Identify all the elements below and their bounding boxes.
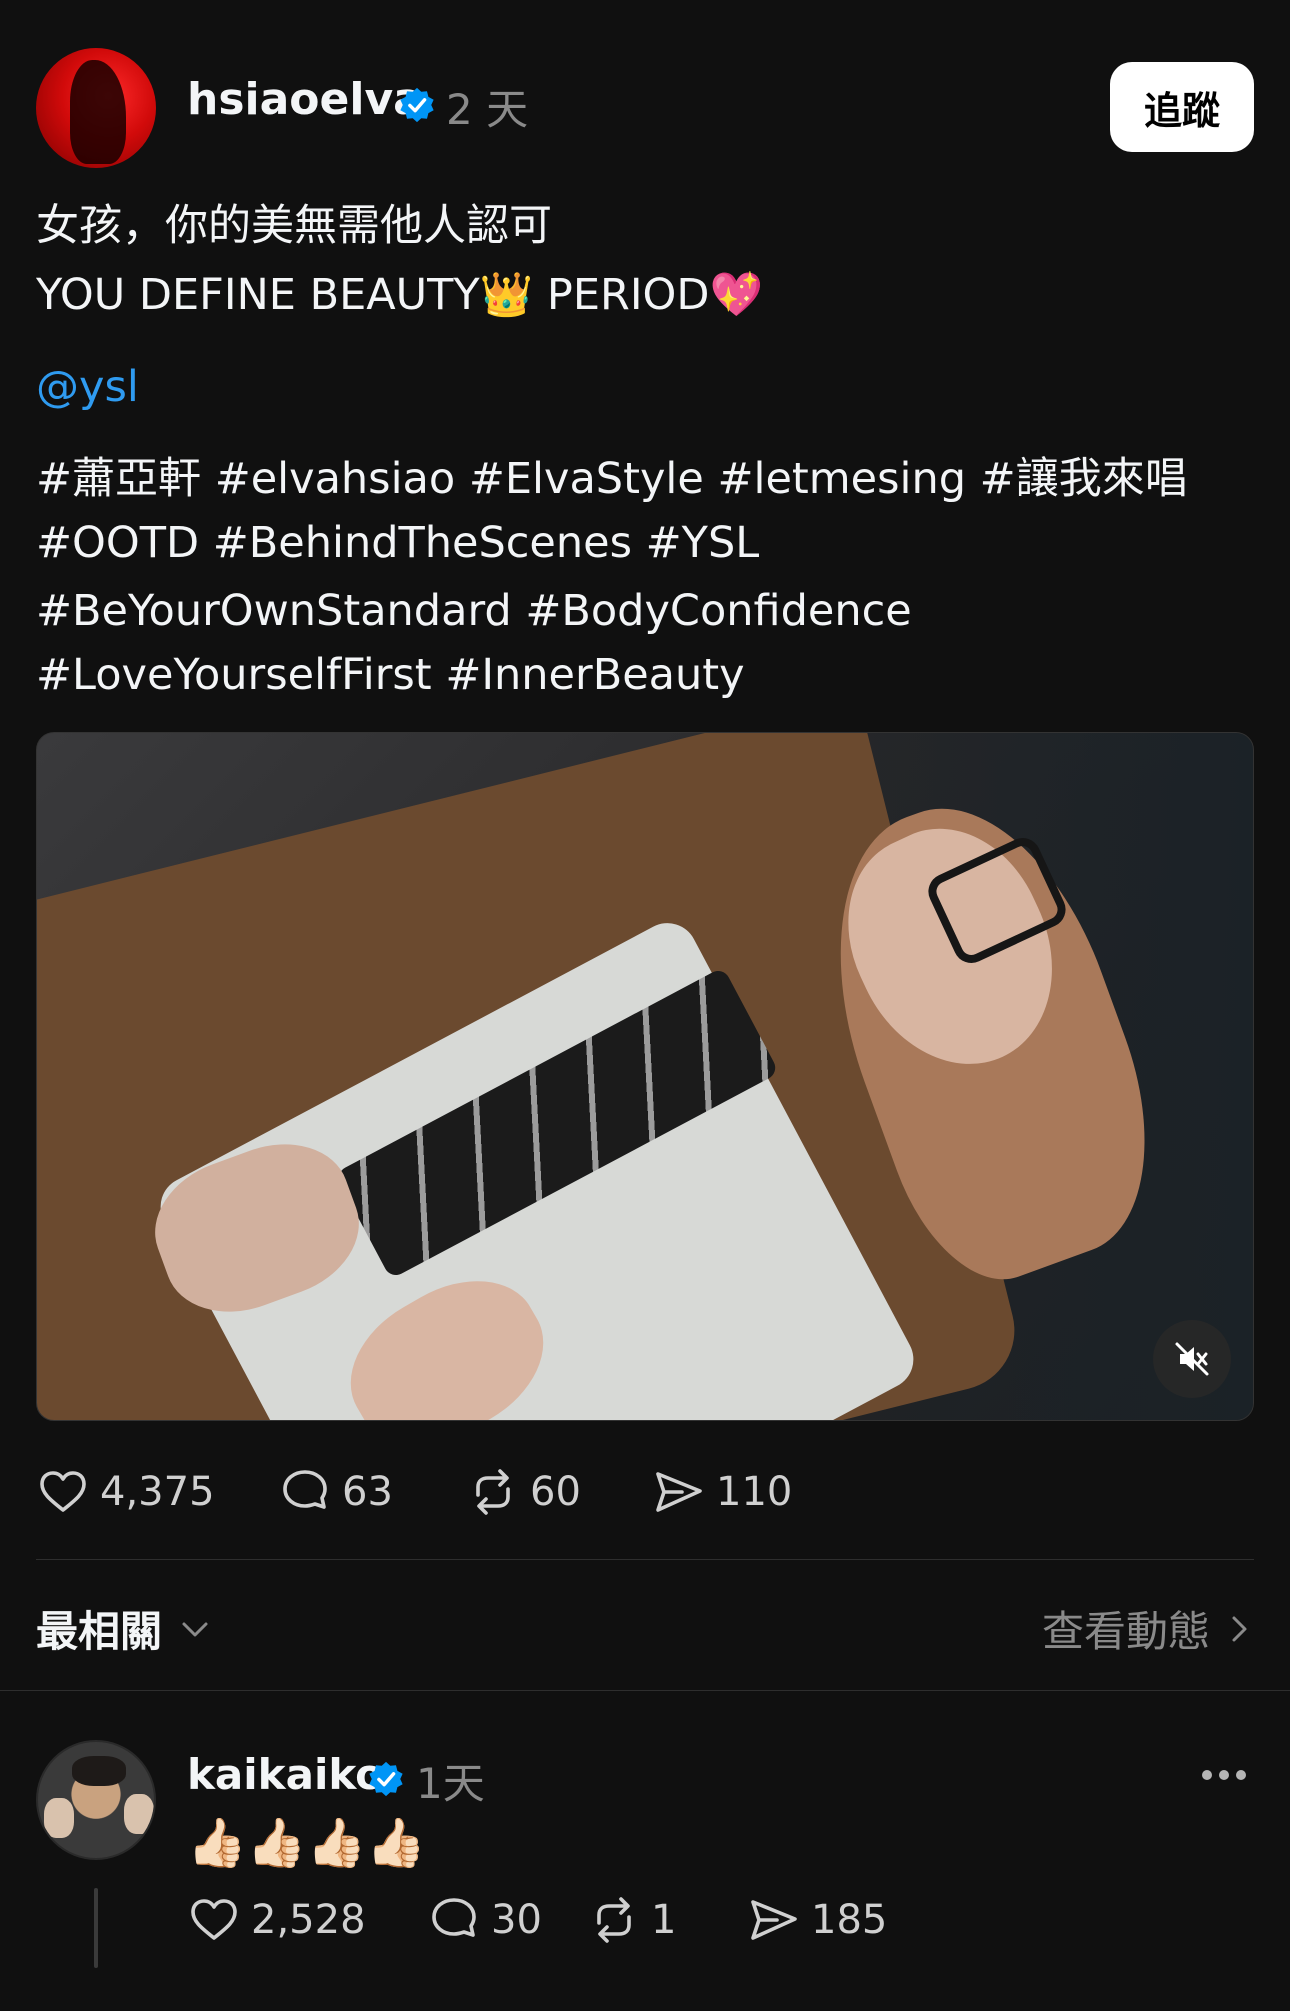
hashtags-line-4[interactable]: #LoveYourselfFirst #InnerBeauty [36,654,1236,697]
reply-repost-count: 1 [651,1897,677,1943]
chevron-down-icon [182,1622,208,1636]
like-button[interactable]: 4,375 [36,1462,215,1522]
comment-icon [283,1470,327,1509]
comment-count: 63 [342,1469,393,1515]
hashtags-line-1[interactable]: #蕭亞軒 #elvahsiao #ElvaStyle #letmesing #讓… [36,458,1236,501]
sort-label: 最相關 [36,1607,163,1656]
reply-item: kaikaiko 1天 👍🏻👍🏻👍🏻👍🏻 2,528 30 1 185 [36,1740,1254,2000]
share-icon [751,1900,797,1940]
like-count: 4,375 [100,1469,215,1515]
reply-share-count: 185 [811,1897,888,1943]
mute-icon [1175,1342,1209,1376]
repost-count: 60 [530,1469,581,1515]
share-icon [656,1472,702,1512]
comment-icon [432,1898,476,1937]
caption-line-1: 女孩，你的美無需他人認可 [36,201,552,251]
post-video[interactable] [36,732,1254,1421]
reply-share-button[interactable]: 185 [747,1890,887,1950]
mute-button[interactable] [1153,1320,1231,1398]
author-username[interactable]: hsiaoelva [187,74,423,125]
reply-text: 👍🏻👍🏻👍🏻👍🏻 [187,1815,427,1871]
reply-actions: 2,528 30 1 185 [187,1890,1087,1950]
post-time: 2 天 [446,85,529,134]
divider [36,1559,1254,1560]
share-count: 110 [716,1469,793,1515]
reply-like-button[interactable]: 2,528 [187,1890,366,1950]
hashtags-line-3[interactable]: #BeYourOwnStandard #BodyConfidence [36,590,1236,633]
section-divider [0,1690,1290,1691]
reply-avatar[interactable] [36,1740,156,1860]
chevron-right-icon [1232,1616,1247,1641]
view-activity-link[interactable]: 查看動態 [1042,1598,1254,1659]
verified-badge-icon [369,1761,403,1797]
reply-username[interactable]: kaikaiko [187,1750,384,1799]
post-actions: 4,375 63 60 110 [36,1462,1136,1522]
heart-icon [191,1899,237,1940]
hashtags-line-2[interactable]: #OOTD #BehindTheScenes #YSL [36,522,1236,565]
repost-icon [476,1469,510,1515]
heart-icon [40,1471,86,1512]
verified-badge-icon [400,87,434,123]
author-avatar[interactable] [36,48,156,168]
repost-icon [597,1897,631,1943]
thread-line [94,1888,98,1968]
caption-line-2: YOU DEFINE BEAUTY👑 PERIOD💖 [36,270,764,320]
follow-button[interactable]: 追蹤 [1110,62,1254,152]
comment-button[interactable]: 63 [278,1462,393,1522]
more-icon[interactable] [1202,1770,1246,1782]
reply-comment-button[interactable]: 30 [427,1890,542,1950]
repost-button[interactable]: 60 [466,1462,581,1522]
reply-like-count: 2,528 [251,1897,366,1943]
post-header: hsiaoelva 2 天 追蹤 [36,48,1254,168]
sort-dropdown[interactable]: 最相關 [36,1598,212,1659]
view-activity-label: 查看動態 [1041,1607,1210,1656]
reply-comment-count: 30 [491,1897,542,1943]
reply-time: 1天 [416,1759,485,1808]
reply-repost-button[interactable]: 1 [587,1890,676,1950]
share-button[interactable]: 110 [652,1462,792,1522]
mention-link[interactable]: @ysl [36,366,1236,409]
